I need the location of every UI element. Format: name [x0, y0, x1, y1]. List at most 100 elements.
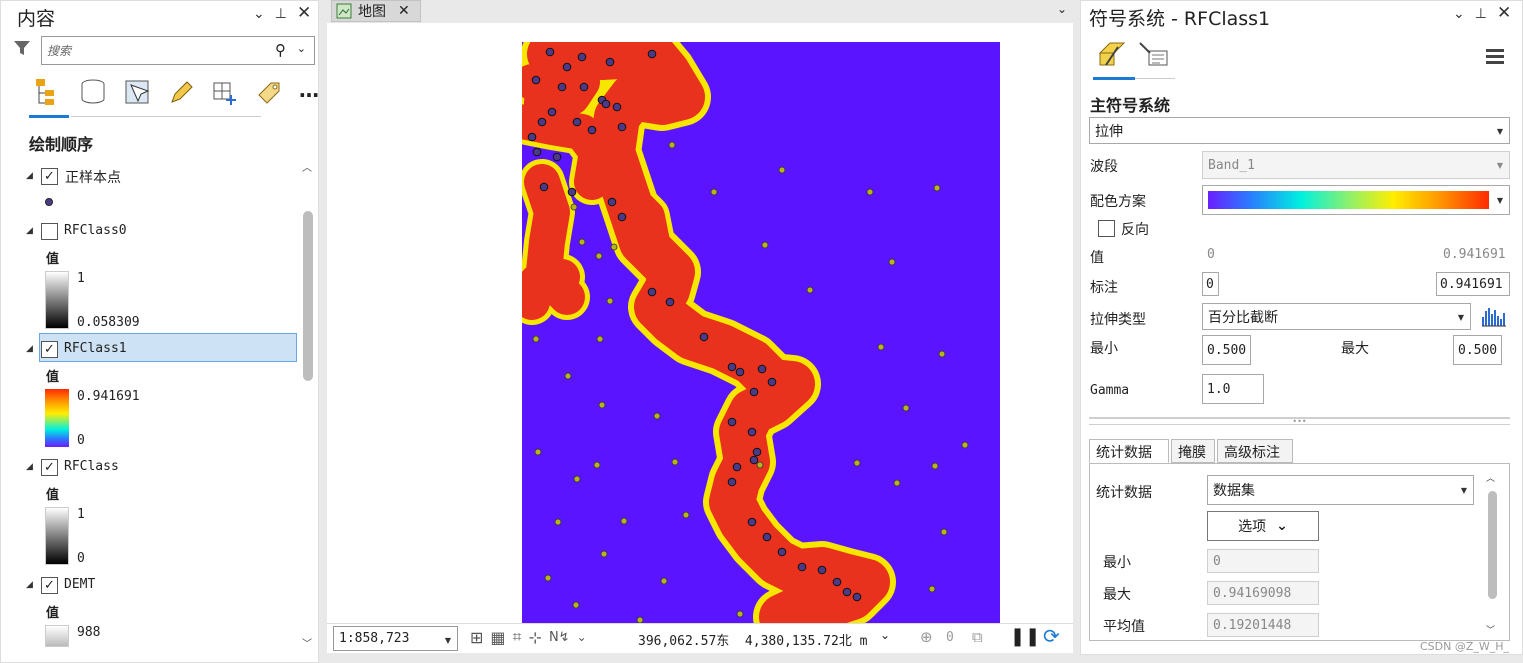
chevron-down-icon[interactable]: ▼ — [1461, 486, 1467, 495]
sample-point[interactable] — [893, 479, 901, 487]
tab-advanced-labels[interactable]: 高级标注 — [1217, 439, 1293, 463]
snapping-icon[interactable]: ⌗ — [513, 627, 522, 647]
sample-point[interactable] — [877, 343, 885, 351]
sample-point[interactable] — [756, 461, 764, 469]
sample-point[interactable] — [668, 141, 676, 149]
pin-icon[interactable]: ⊥ — [275, 6, 287, 23]
positive-sample-point[interactable] — [749, 455, 759, 465]
positive-sample-point[interactable] — [777, 547, 787, 557]
drawing-order-icon[interactable] — [33, 77, 63, 111]
sample-point[interactable] — [620, 517, 628, 525]
primary-symbology-select[interactable]: 拉伸 ▼ — [1089, 117, 1510, 144]
positive-sample-point[interactable] — [607, 197, 617, 207]
vary-symbology-tab-icon[interactable] — [1137, 39, 1171, 73]
positive-sample-point[interactable] — [747, 517, 757, 527]
scale-combobox[interactable]: 1:858,723 ▼ — [333, 626, 458, 651]
layer-checkbox[interactable]: ✓ — [41, 577, 58, 594]
positive-sample-point[interactable] — [832, 577, 842, 587]
positive-sample-point[interactable] — [617, 122, 627, 132]
label-max-input[interactable]: 0.941691 — [1436, 272, 1510, 296]
sample-point[interactable] — [961, 441, 969, 449]
edit-pencil-icon[interactable] — [167, 77, 195, 111]
sample-point[interactable] — [761, 241, 769, 249]
positive-sample-point[interactable] — [762, 532, 772, 542]
selected-features-icon[interactable]: ⊕ — [920, 628, 933, 646]
filter-icon[interactable] — [13, 39, 31, 61]
sample-point[interactable] — [653, 412, 661, 420]
data-source-icon[interactable] — [79, 77, 107, 111]
map-tab[interactable]: 地图 ✕ — [331, 0, 421, 22]
positive-sample-point[interactable] — [567, 187, 577, 197]
positive-sample-point[interactable] — [605, 57, 615, 67]
expand-triangle-icon[interactable]: ◢ — [26, 580, 33, 590]
sample-point[interactable] — [532, 335, 540, 343]
scrollbar-down[interactable]: ﹀ — [302, 635, 312, 650]
sample-point[interactable] — [938, 350, 946, 358]
positive-sample-point[interactable] — [587, 125, 597, 135]
point-symbol-icon[interactable] — [45, 198, 53, 206]
scrollbar-up[interactable]: ︿ — [1486, 471, 1495, 484]
chevron-down-icon[interactable]: ⌄ — [880, 628, 890, 642]
layer-name[interactable]: 正样本点 — [65, 167, 121, 187]
sample-point[interactable] — [606, 297, 614, 305]
close-icon[interactable]: ✕ — [297, 3, 311, 23]
sample-point[interactable] — [564, 372, 572, 380]
tab-statistics[interactable]: 统计数据 — [1089, 439, 1169, 463]
layer-checkbox[interactable] — [41, 223, 58, 240]
positive-sample-point[interactable] — [545, 47, 555, 57]
chevron-down-icon[interactable]: ▼ — [1497, 161, 1503, 170]
scrollbar-thumb[interactable] — [1488, 491, 1497, 599]
sample-point[interactable] — [593, 461, 601, 469]
positive-sample-point[interactable] — [757, 364, 767, 374]
sample-point[interactable] — [534, 448, 542, 456]
pin-icon[interactable]: ⊥ — [1475, 6, 1487, 23]
sample-point[interactable] — [554, 518, 562, 526]
sample-point[interactable] — [736, 610, 744, 618]
positive-sample-point[interactable] — [767, 377, 777, 387]
positive-sample-point[interactable] — [749, 387, 759, 397]
stretch-type-select[interactable]: 百分比截断 ▼ — [1202, 303, 1471, 330]
band-select[interactable]: Band_1 ▼ — [1202, 151, 1510, 179]
sample-point[interactable] — [660, 577, 668, 585]
chevron-down-icon[interactable]: ⌄ — [1453, 6, 1465, 23]
search-icon[interactable]: ⚲ — [275, 41, 286, 59]
positive-sample-point[interactable] — [665, 297, 675, 307]
snapping-icon[interactable] — [211, 77, 239, 111]
label-icon[interactable] — [255, 77, 283, 111]
sample-point[interactable] — [933, 184, 941, 192]
positive-sample-point[interactable] — [852, 592, 862, 602]
primary-symbology-tab-icon[interactable] — [1097, 39, 1129, 73]
layer-checkbox[interactable]: ✓ — [41, 168, 58, 185]
positive-sample-point[interactable] — [579, 82, 589, 92]
fixed-extent-icon[interactable]: ⊞ — [470, 628, 483, 647]
positive-sample-point[interactable] — [752, 447, 762, 457]
sample-point[interactable] — [544, 574, 552, 582]
gamma-input[interactable]: 1.0 — [1202, 374, 1264, 404]
stats-select[interactable]: 数据集 ▼ — [1207, 475, 1474, 505]
positive-sample-point[interactable] — [699, 332, 709, 342]
chevron-down-icon[interactable]: ⌄ — [1057, 2, 1067, 16]
sample-point[interactable] — [671, 458, 679, 466]
pause-icon[interactable]: ❚❚ — [1010, 626, 1040, 647]
positive-sample-point[interactable] — [732, 462, 742, 472]
positive-sample-point[interactable] — [572, 117, 582, 127]
layer-checkbox[interactable]: ✓ — [41, 341, 58, 358]
color-ramp-select[interactable]: ▼ — [1202, 185, 1510, 215]
positive-sample-point[interactable] — [617, 212, 627, 222]
sample-point[interactable] — [573, 475, 581, 483]
histogram-icon[interactable] — [1481, 305, 1507, 331]
sample-point[interactable] — [888, 258, 896, 266]
expand-triangle-icon[interactable]: ◢ — [26, 462, 33, 472]
sample-point[interactable] — [570, 203, 578, 211]
sample-point[interactable] — [598, 401, 606, 409]
positive-sample-point[interactable] — [727, 362, 737, 372]
more-icon[interactable]: … — [299, 78, 319, 102]
sample-point[interactable] — [902, 404, 910, 412]
expand-triangle-icon[interactable]: ◢ — [26, 171, 33, 181]
sample-point[interactable] — [600, 550, 608, 558]
positive-sample-point[interactable] — [842, 587, 852, 597]
sample-point[interactable] — [928, 585, 936, 593]
map-raster[interactable] — [522, 42, 1000, 624]
max-input[interactable]: 0.500 — [1453, 335, 1502, 365]
layer-name[interactable]: RFClass0 — [64, 223, 127, 238]
